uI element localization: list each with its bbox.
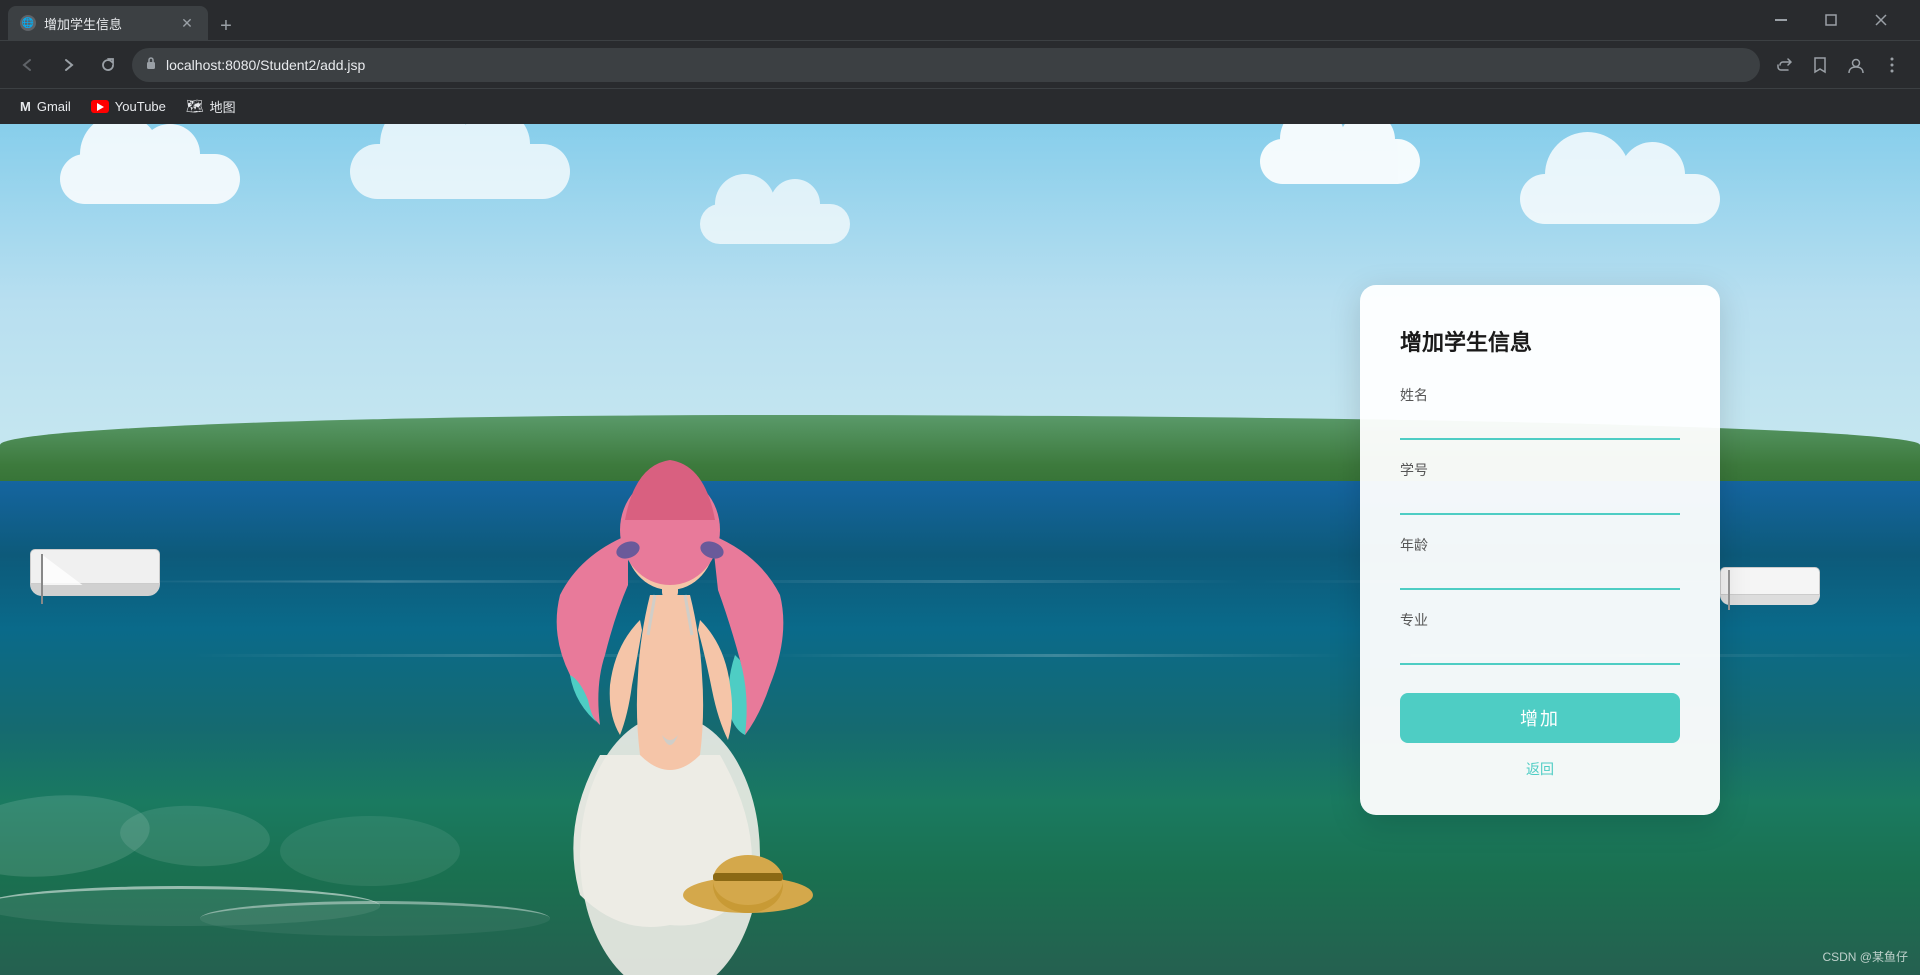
cloud-3 xyxy=(1520,174,1720,224)
age-input[interactable] xyxy=(1400,559,1680,590)
toolbar-actions xyxy=(1768,49,1908,81)
age-field-group: 年龄 xyxy=(1400,535,1680,590)
cloud-4 xyxy=(700,204,850,244)
name-input[interactable] xyxy=(1400,409,1680,440)
name-field-group: 姓名 xyxy=(1400,385,1680,440)
student-id-field-group: 学号 xyxy=(1400,460,1680,515)
title-bar: 🌐 增加学生信息 ✕ + xyxy=(0,0,1920,40)
age-label: 年龄 xyxy=(1400,535,1680,555)
maps-label: 地图 xyxy=(210,97,236,116)
reload-button[interactable] xyxy=(92,49,124,81)
back-link[interactable]: 返回 xyxy=(1400,759,1680,779)
student-id-input[interactable] xyxy=(1400,484,1680,515)
gmail-label: Gmail xyxy=(37,99,71,114)
cloud-5 xyxy=(1260,139,1420,184)
profile-button[interactable] xyxy=(1840,49,1872,81)
new-tab-button[interactable]: + xyxy=(212,12,240,40)
active-tab[interactable]: 🌐 增加学生信息 ✕ xyxy=(8,6,208,40)
tab-title: 增加学生信息 xyxy=(44,14,170,33)
form-card: 增加学生信息 姓名 学号 年龄 专业 增加 返回 xyxy=(1360,285,1720,815)
major-input[interactable] xyxy=(1400,634,1680,665)
close-button[interactable] xyxy=(1858,4,1904,36)
bookmark-button[interactable] xyxy=(1804,49,1836,81)
tabs-area: 🌐 增加学生信息 ✕ + xyxy=(8,0,1758,40)
form-title: 增加学生信息 xyxy=(1400,325,1680,357)
window-controls xyxy=(1758,4,1912,36)
cloud-2 xyxy=(350,144,570,199)
browser-window: 🌐 增加学生信息 ✕ + xyxy=(0,0,1920,975)
forward-button[interactable] xyxy=(52,49,84,81)
share-button[interactable] xyxy=(1768,49,1800,81)
student-id-label: 学号 xyxy=(1400,460,1680,480)
minimize-button[interactable] xyxy=(1758,4,1804,36)
cloud-1 xyxy=(60,154,240,204)
name-label: 姓名 xyxy=(1400,385,1680,405)
boat-1 xyxy=(30,549,160,596)
back-button[interactable] xyxy=(12,49,44,81)
toolbar: localhost:8080/Student2/add.jsp xyxy=(0,40,1920,88)
bookmark-youtube[interactable]: YouTube xyxy=(83,95,174,118)
youtube-icon xyxy=(91,100,109,113)
add-button[interactable]: 增加 xyxy=(1400,693,1680,743)
tab-favicon: 🌐 xyxy=(20,15,36,31)
bookmarks-bar: M Gmail YouTube 🗺 地图 xyxy=(0,88,1920,124)
watermark: CSDN @某鱼仔 xyxy=(1822,948,1908,965)
address-bar[interactable]: localhost:8080/Student2/add.jsp xyxy=(132,48,1760,82)
bookmark-gmail[interactable]: M Gmail xyxy=(12,95,79,118)
address-text: localhost:8080/Student2/add.jsp xyxy=(166,57,1748,73)
boat-2 xyxy=(1720,567,1820,605)
page-content: 增加学生信息 姓名 学号 年龄 专业 增加 返回 CSDN @某鱼仔 xyxy=(0,124,1920,975)
tab-close-button[interactable]: ✕ xyxy=(178,14,196,32)
anime-character xyxy=(480,375,860,975)
maps-icon: 🗺 xyxy=(186,98,204,115)
major-field-group: 专业 xyxy=(1400,610,1680,665)
maximize-button[interactable] xyxy=(1808,4,1854,36)
menu-button[interactable] xyxy=(1876,49,1908,81)
gmail-icon: M xyxy=(20,99,31,114)
major-label: 专业 xyxy=(1400,610,1680,630)
bookmark-maps[interactable]: 🗺 地图 xyxy=(178,93,244,120)
lock-icon xyxy=(144,56,158,73)
youtube-label: YouTube xyxy=(115,99,166,114)
